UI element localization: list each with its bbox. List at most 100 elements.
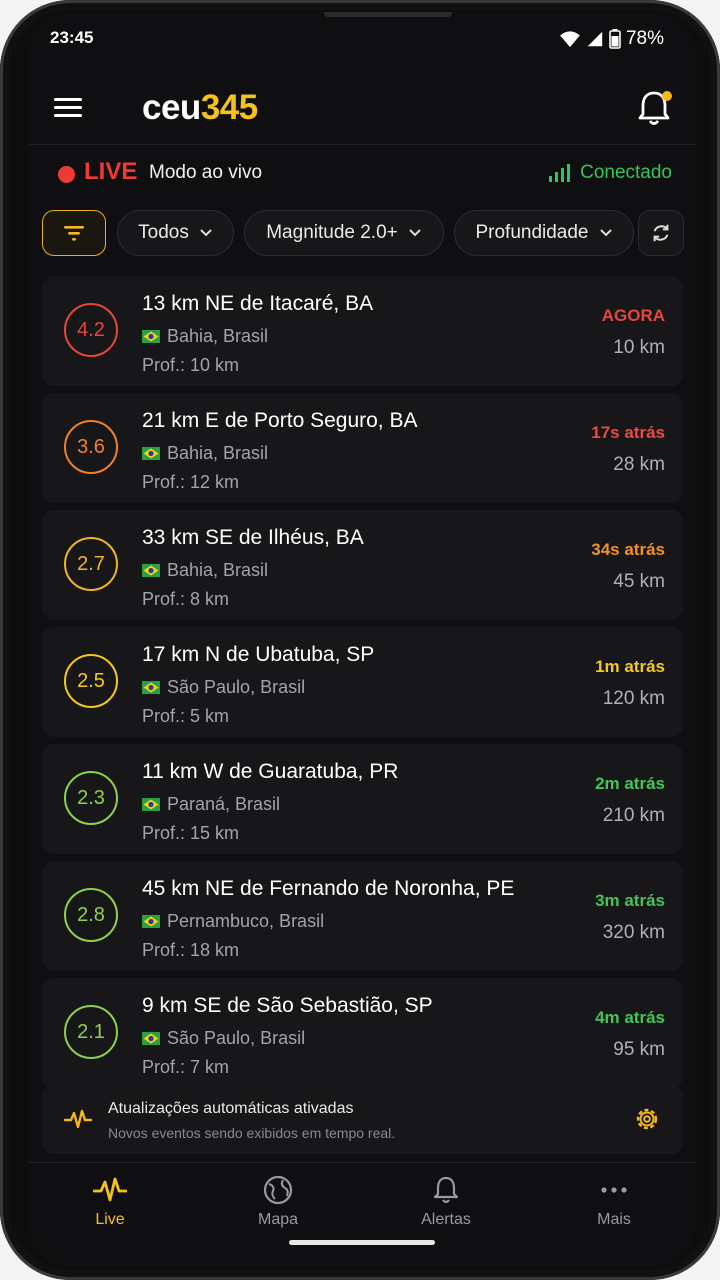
event-card[interactable]: 3.6 21 km E de Porto Seguro, BA Bahia, B… — [42, 393, 683, 503]
brazil-flag-icon — [142, 330, 160, 343]
status-bar: 23:45 78% — [28, 26, 696, 56]
chevron-down-icon — [409, 229, 421, 237]
magnitude-filter-dropdown[interactable]: Magnitude 2.0+ — [244, 210, 444, 256]
event-time: 17s atrás — [591, 423, 665, 442]
activity-pulse-icon — [64, 1109, 92, 1129]
signal-icon — [587, 31, 603, 47]
type-filter-dropdown[interactable]: Todos — [117, 210, 234, 256]
chevron-down-icon — [200, 229, 212, 237]
app-screen: 23:45 78% ceu345 LIVE Modo ao vivo Conec… — [28, 12, 696, 1268]
nav-item-live[interactable]: Live — [50, 1175, 170, 1229]
home-indicator[interactable] — [289, 1240, 435, 1245]
filter-icon — [64, 226, 84, 241]
event-depth: Prof.: 5 km — [142, 706, 230, 726]
brazil-flag-icon — [142, 447, 160, 460]
live-mode-text: Modo ao vivo — [149, 162, 263, 183]
phone-frame: 23:45 78% ceu345 LIVE Modo ao vivo Conec… — [0, 0, 720, 1280]
nav-item-map[interactable]: Mapa — [218, 1175, 338, 1229]
event-depth: Prof.: 7 km — [142, 1057, 230, 1077]
more-dots-icon — [601, 1187, 627, 1193]
event-card[interactable]: 4.2 13 km NE de Itacaré, BA Bahia, Brasi… — [42, 276, 683, 386]
wifi-icon — [560, 31, 580, 48]
magnitude-badge: 2.3 — [64, 771, 118, 825]
event-time: 4m atrás — [595, 1008, 665, 1027]
live-status-row: LIVE Modo ao vivo Conectado — [28, 152, 696, 196]
event-card[interactable]: 2.5 17 km N de Ubatuba, SP São Paulo, Br… — [42, 627, 683, 737]
event-time: 2m atrás — [595, 774, 665, 793]
event-distance: 95 km — [613, 1039, 665, 1060]
event-card[interactable]: 2.1 9 km SE de São Sebastião, SP São Pau… — [42, 978, 683, 1088]
magnitude-badge: 2.5 — [64, 654, 118, 708]
event-region: São Paulo, Brasil — [142, 1028, 305, 1049]
nav-label-live: Live — [95, 1211, 125, 1228]
event-depth: Prof.: 10 km — [142, 355, 240, 375]
event-depth: Prof.: 8 km — [142, 589, 230, 609]
nav-label-alerts: Alertas — [421, 1211, 471, 1228]
activity-pulse-icon — [93, 1177, 127, 1202]
bell-icon — [433, 1176, 459, 1204]
magnitude-badge: 2.8 — [64, 888, 118, 942]
depth-filter-label: Profundidade — [475, 222, 589, 243]
event-distance: 120 km — [602, 688, 665, 709]
type-filter-label: Todos — [138, 222, 189, 243]
event-card[interactable]: 2.3 11 km W de Guaratuba, PR Paraná, Bra… — [42, 744, 683, 854]
event-distance: 10 km — [613, 337, 665, 358]
speaker — [324, 12, 452, 17]
magnitude-badge: 2.1 — [64, 1005, 118, 1059]
event-region: Pernambuco, Brasil — [142, 911, 324, 932]
signal-bars-icon — [549, 164, 571, 182]
brazil-flag-icon — [142, 564, 160, 577]
event-title: 11 km W de Guaratuba, PR — [142, 760, 399, 783]
battery-percent: 78% — [625, 28, 664, 49]
magnitude-badge: 2.7 — [64, 537, 118, 591]
filter-bar: Todos Magnitude 2.0+ Profundidade — [42, 210, 696, 258]
event-card[interactable]: 2.8 45 km NE de Fernando de Noronha, PE … — [42, 861, 683, 971]
banner-subtitle: Novos eventos sendo exibidos em tempo re… — [108, 1125, 396, 1141]
magnitude-badge: 4.2 — [64, 303, 118, 357]
event-title: 33 km SE de Ilhéus, BA — [142, 526, 364, 549]
event-title: 17 km N de Ubatuba, SP — [142, 643, 375, 666]
battery-icon — [609, 29, 621, 49]
status-icons: 78% — [559, 28, 664, 50]
event-depth: Prof.: 18 km — [142, 940, 240, 960]
brazil-flag-icon — [142, 915, 160, 928]
brazil-flag-icon — [142, 1032, 160, 1045]
settings-gear-icon[interactable] — [633, 1105, 661, 1133]
filter-button[interactable] — [42, 210, 106, 256]
chevron-down-icon — [599, 229, 612, 237]
refresh-icon — [653, 224, 669, 242]
event-card[interactable]: 2.7 33 km SE de Ilhéus, BA Bahia, Brasil… — [42, 510, 683, 620]
nav-label-map: Mapa — [257, 1211, 299, 1228]
bottom-navigation: Live Mapa Alertas Mais — [28, 1162, 696, 1268]
event-region: Bahia, Brasil — [142, 443, 268, 464]
nav-item-alerts[interactable]: Alertas — [386, 1175, 506, 1229]
nav-item-more[interactable]: Mais — [554, 1175, 674, 1229]
globe-icon — [263, 1175, 293, 1205]
event-title: 45 km NE de Fernando de Noronha, PE — [142, 877, 515, 900]
event-time: 1m atrás — [595, 657, 665, 676]
notification-bell-icon[interactable] — [634, 86, 674, 130]
event-time: 34s atrás — [591, 540, 665, 559]
event-region: Bahia, Brasil — [142, 560, 268, 581]
event-distance: 45 km — [613, 571, 665, 592]
event-distance: 320 km — [602, 922, 665, 943]
app-bar: ceu345 — [28, 72, 696, 145]
depth-filter-dropdown[interactable]: Profundidade — [454, 210, 634, 256]
brazil-flag-icon — [142, 681, 160, 694]
connection-label: Conectado — [580, 162, 672, 183]
app-logo: ceu345 — [142, 88, 258, 127]
event-title: 9 km SE de São Sebastião, SP — [142, 994, 433, 1017]
live-label: LIVE — [84, 158, 138, 185]
event-time: 3m atrás — [595, 891, 665, 910]
magnitude-badge: 3.6 — [64, 420, 118, 474]
refresh-button[interactable] — [638, 210, 684, 256]
event-region: Bahia, Brasil — [142, 326, 268, 347]
menu-icon[interactable] — [52, 92, 86, 122]
connection-status: Conectado — [548, 162, 672, 184]
event-time: AGORA — [601, 306, 665, 325]
event-region: São Paulo, Brasil — [142, 677, 305, 698]
brazil-flag-icon — [142, 798, 160, 811]
event-region: Paraná, Brasil — [142, 794, 280, 815]
nav-label-more: Mais — [597, 1211, 631, 1228]
banner-title: Atualizações automáticas ativadas — [108, 1100, 354, 1117]
